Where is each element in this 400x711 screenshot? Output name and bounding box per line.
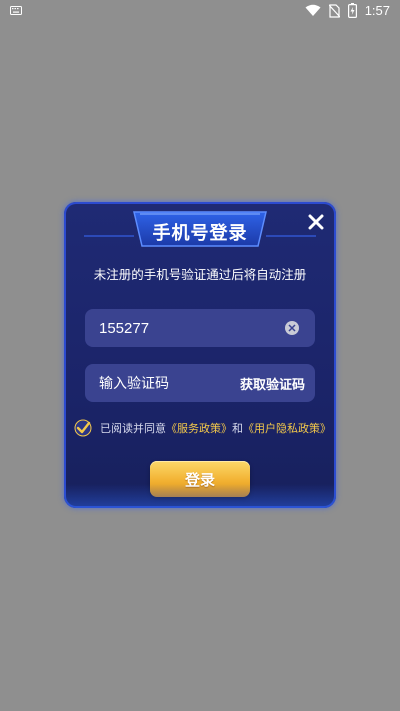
register-hint: 未注册的手机号验证通过后将自动注册 — [93, 267, 307, 282]
service-policy-link[interactable]: 《服务政策》 — [166, 420, 232, 436]
code-placeholder: 输入验证码 — [99, 376, 169, 392]
agreement-row: 已阅读并同意 《服务政策》 和 《用户隐私政策》 — [74, 418, 336, 438]
wifi-icon — [305, 4, 321, 17]
verification-code-input[interactable]: 输入验证码 获取验证码 — [85, 364, 315, 402]
status-time: 1:57 — [364, 3, 390, 18]
privacy-policy-link[interactable]: 《用户隐私政策》 — [243, 420, 331, 436]
close-icon — [308, 214, 324, 230]
phone-value: 155277 — [99, 319, 150, 337]
bottom-glow — [64, 484, 336, 508]
agreement-prefix: 已阅读并同意 — [100, 422, 166, 435]
title-banner: 手机号登录 — [130, 210, 270, 250]
keyboard-icon — [10, 4, 22, 19]
agreement-and: 和 — [232, 422, 243, 435]
get-code-button[interactable]: 获取验证码 — [240, 374, 305, 393]
no-sim-icon — [328, 3, 340, 18]
phone-input[interactable]: 155277 — [85, 309, 315, 347]
status-bar: 1:57 — [0, 0, 400, 24]
login-dialog: 手机号登录 未注册的手机号验证通过后将自动注册 155277 输入验证码 获取验… — [64, 202, 336, 508]
battery-charging-icon — [347, 3, 357, 18]
close-button[interactable] — [304, 210, 328, 234]
dialog-title: 手机号登录 — [152, 223, 248, 244]
agreement-checkbox[interactable] — [74, 419, 92, 437]
clear-icon[interactable] — [285, 321, 299, 335]
